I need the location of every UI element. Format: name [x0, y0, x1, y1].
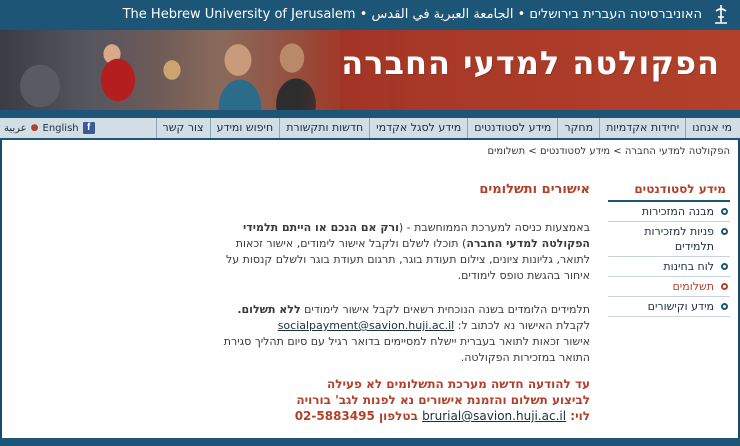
nav-item-faculty-staff[interactable]: מידע לסגל אקדמי — [369, 118, 467, 138]
nav-item-student-info[interactable]: מידע לסטודנטים — [467, 118, 557, 138]
social-payment-email-link[interactable]: socialpayment@savion.huji.ac.il — [278, 319, 455, 332]
breadcrumb: הפקולטה למדעי החברה > מידע לסטודנטים > ת… — [487, 146, 730, 157]
notice-line-1: עד להודעה חדשה מערכת התשלומים לא פעילה — [327, 377, 590, 391]
lang-english-link[interactable]: English — [43, 123, 79, 134]
sidebar-item-label: לוח בחינות — [663, 260, 714, 273]
main-content: אישורים ותשלומים באמצעות כניסה למערכת המ… — [210, 182, 590, 384]
main-nav: מי אנחנו יחידות אקדמיות מחקר מידע לסטודנ… — [0, 118, 740, 140]
sidebar-item-info-links[interactable]: מידע וקישורים — [608, 297, 730, 317]
breadcrumb-separator: > — [528, 146, 537, 157]
breadcrumb-home[interactable]: הפקולטה למדעי החברה — [625, 146, 730, 157]
top-bar: The Hebrew University of Jerusalem • האו… — [0, 0, 740, 30]
separator-dot: ● — [30, 123, 39, 133]
nav-item-academic-units[interactable]: יחידות אקדמיות — [599, 118, 685, 138]
intro-paragraph: באמצעות כניסה למערכת הממוחשבת - (ורק אם … — [225, 221, 590, 282]
nav-item-contact[interactable]: צור קשר — [155, 118, 210, 138]
notice-line-3: לוי: brurial@savion.huji.ac.il בטלפון 02… — [294, 409, 590, 423]
circle-bullet-icon — [721, 263, 728, 270]
sidebar-item-exam-schedule[interactable]: לוח בחינות — [608, 257, 730, 277]
students-photo — [0, 30, 340, 110]
breadcrumb-separator: > — [613, 146, 622, 157]
circle-bullet-icon — [721, 303, 728, 310]
contact-email-link[interactable]: brurial@savion.huji.ac.il — [422, 409, 566, 423]
nav-item-search[interactable]: חיפוש ומידע — [209, 118, 280, 138]
language-links: عربية ● English f — [4, 118, 95, 138]
sidebar-item-secretariat-structure[interactable]: מבנה המזכירות — [608, 202, 730, 222]
free-certificate-paragraph: תלמידים הלומדים בשנה הנוכחית רשאים לקבל … — [223, 303, 590, 364]
banner-divider — [0, 110, 740, 118]
sidebar-item-payments[interactable]: תשלומים — [608, 277, 730, 297]
breadcrumb-current: תשלומים — [487, 146, 526, 157]
payments-notice: עד להודעה חדשה מערכת התשלומים לא פעילה ל… — [170, 376, 590, 424]
nav-items: מי אנחנו יחידות אקדמיות מחקר מידע לסטודנ… — [155, 118, 738, 138]
circle-bullet-icon — [721, 228, 728, 235]
circle-bullet-icon — [721, 283, 728, 290]
facebook-icon[interactable]: f — [82, 122, 95, 134]
page-title: אישורים ותשלומים — [479, 182, 590, 197]
sidebar: מידע לסטודנטים מבנה המזכירות פניות למזכי… — [608, 182, 730, 317]
footer-strip — [0, 438, 740, 446]
sidebar-item-label: תשלומים — [672, 280, 714, 293]
circle-bullet-icon — [721, 208, 728, 215]
lang-arabic-link[interactable]: عربية — [4, 123, 27, 134]
nav-item-research[interactable]: מחקר — [557, 118, 599, 138]
sidebar-item-label: מבנה המזכירות — [641, 205, 714, 218]
notice-line-2: לביצוע תשלום והזמנת אישורים נא לפנות לגב… — [296, 393, 590, 407]
sidebar-item-label: מידע וקישורים — [647, 300, 714, 313]
sidebar-heading: מידע לסטודנטים — [608, 182, 730, 202]
nav-item-about[interactable]: מי אנחנו — [685, 118, 738, 138]
header-banner: הפקולטה למדעי החברה — [0, 30, 740, 110]
university-name[interactable]: The Hebrew University of Jerusalem • האו… — [123, 7, 702, 22]
nav-item-news[interactable]: חדשות ותקשורת — [279, 118, 369, 138]
breadcrumb-section[interactable]: מידע לסטודנטים — [540, 146, 610, 157]
sidebar-item-label: פניות למזכירות תלמידים — [644, 225, 714, 253]
faculty-title[interactable]: הפקולטה למדעי החברה — [341, 44, 720, 82]
university-logo-icon[interactable] — [712, 3, 730, 27]
sidebar-item-student-secretariat[interactable]: פניות למזכירות תלמידים — [608, 222, 730, 257]
